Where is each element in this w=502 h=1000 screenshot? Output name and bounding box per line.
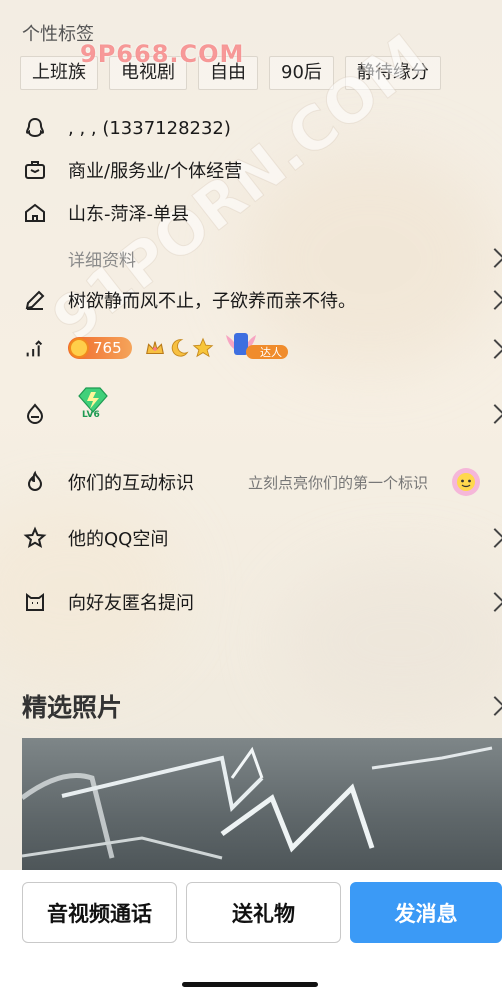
flower-emoji-icon [452, 468, 480, 496]
details-label: 详细资料 [68, 250, 136, 271]
interaction-row[interactable]: 你们的互动标识 立刻点亮你们的第一个标识 [0, 468, 502, 496]
flame-icon [22, 469, 48, 495]
level-badge-label: LV6 [82, 410, 100, 420]
chevron-right-icon [488, 403, 502, 425]
pen-icon [22, 287, 48, 313]
tag-item[interactable]: 自由 [198, 56, 258, 90]
bottom-action-bar: 音视频通话 送礼物 发消息 [0, 870, 502, 1000]
star-outline-icon [22, 525, 48, 551]
coin-icon [69, 338, 89, 358]
tag-item[interactable]: 上班族 [20, 56, 98, 90]
send-gift-button[interactable]: 送礼物 [186, 882, 341, 943]
anon-question-label: 向好友匿名提问 [68, 593, 194, 614]
level-up-icon [22, 336, 48, 362]
tags-list: 上班族 电视剧 自由 90后 静待缘分 [20, 56, 441, 90]
chevron-right-icon [488, 591, 502, 613]
tags-section-title: 个性标签 [22, 24, 94, 45]
location: 山东-菏泽-单县 [68, 204, 189, 225]
qq-number-row[interactable]: , , , (1337128232) [0, 114, 502, 142]
briefcase-icon [22, 157, 48, 183]
points-badge: 765 [68, 337, 132, 359]
signature: 树欲静而风不止，子欲养而亲不待。 [68, 291, 356, 312]
chevron-right-icon [488, 247, 502, 269]
star-icon [192, 337, 214, 358]
details-row[interactable]: 详细资料 [0, 244, 502, 272]
chevron-right-icon [488, 695, 502, 717]
featured-photo[interactable] [22, 738, 502, 870]
home-icon [22, 200, 48, 226]
level-row[interactable]: 765 达人 [0, 333, 502, 362]
profile-page: 个性标签 上班族 电视剧 自由 90后 静待缘分 9P668.COM 91POR… [0, 0, 502, 1000]
tag-item[interactable]: 90后 [269, 56, 334, 90]
penguin-icon [22, 115, 48, 141]
expert-wings-badge: 达人 [222, 331, 290, 361]
anon-question-row[interactable]: 向好友匿名提问 [0, 588, 502, 616]
qq-level-row[interactable]: LV6 [0, 387, 502, 428]
chevron-right-icon [488, 338, 502, 360]
qq-number: , , , (1337128232) [68, 117, 231, 139]
occupation-row: 商业/服务业/个体经营 [0, 156, 502, 184]
tag-item[interactable]: 电视剧 [109, 56, 187, 90]
home-indicator [182, 982, 318, 987]
send-message-button[interactable]: 发消息 [350, 882, 502, 943]
location-row: 山东-菏泽-单县 [0, 199, 502, 227]
moon-icon [171, 339, 189, 357]
points-value: 765 [93, 339, 122, 357]
chevron-right-icon [488, 527, 502, 549]
qzone-label: 他的QQ空间 [68, 529, 169, 550]
av-call-button[interactable]: 音视频通话 [22, 882, 177, 943]
crown-icon [146, 341, 164, 355]
wings-label: 达人 [260, 346, 282, 359]
lv6-diamond-icon: LV6 [74, 386, 112, 422]
signature-row[interactable]: 树欲静而风不止，子欲养而亲不待。 [0, 286, 502, 314]
qzone-row[interactable]: 他的QQ空间 [0, 524, 502, 552]
photos-header-row[interactable] [0, 692, 502, 720]
rank-drop-icon [22, 401, 48, 427]
cat-icon [22, 589, 48, 615]
tag-item[interactable]: 静待缘分 [344, 56, 441, 90]
chevron-right-icon [488, 289, 502, 311]
interaction-hint: 立刻点亮你们的第一个标识 [248, 473, 429, 492]
interaction-label: 你们的互动标识 [68, 473, 194, 494]
occupation: 商业/服务业/个体经营 [68, 161, 243, 182]
